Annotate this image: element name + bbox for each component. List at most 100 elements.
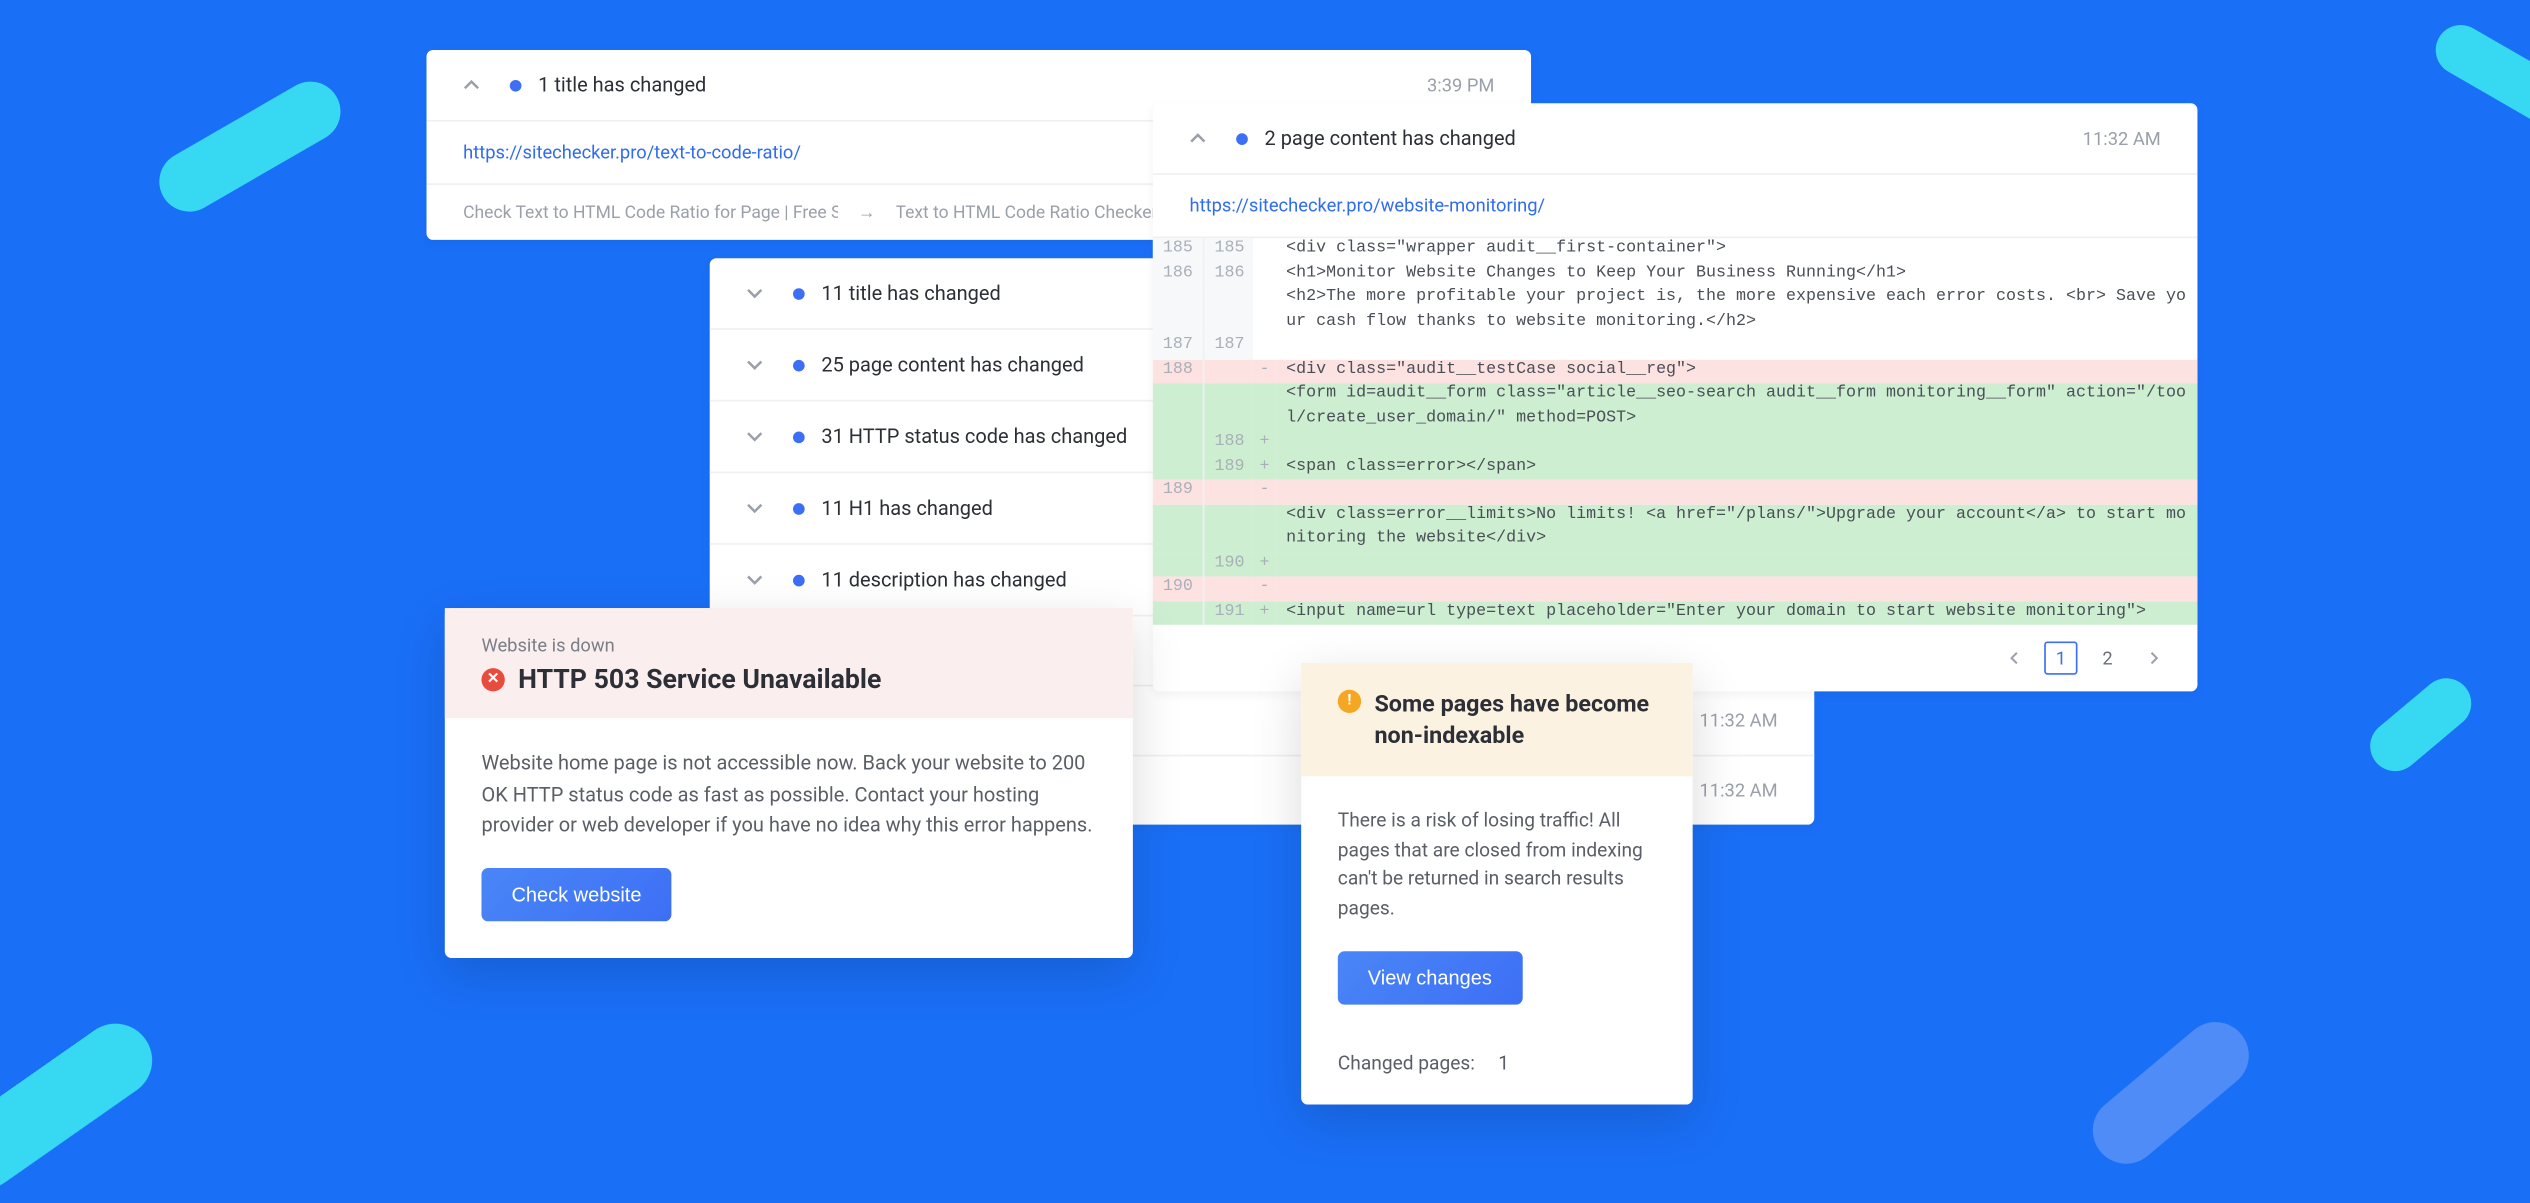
- diff-sign: [1253, 238, 1276, 262]
- chevron-down-icon: [746, 357, 763, 374]
- line-number-right: 190: [1203, 552, 1253, 576]
- chevron-up-icon: [1190, 130, 1207, 147]
- panel-title: 2 page content has changed: [1264, 127, 1515, 150]
- diff-code: <h2>The more profitable your project is,…: [1276, 287, 2197, 335]
- page-number[interactable]: 2: [2091, 641, 2124, 674]
- website-down-alert: Website is down ✕ HTTP 503 Service Unava…: [445, 608, 1133, 957]
- diff-line: 191+<input name=url type=text placeholde…: [1153, 601, 2198, 625]
- line-number-right: 191: [1203, 601, 1253, 625]
- diff-code: <h1>Monitor Website Changes to Keep Your…: [1276, 262, 2197, 286]
- diff-line: 185185 <div class="wrapper audit__first-c…: [1153, 238, 2198, 262]
- alert-header: ! Some pages have become non-indexable: [1301, 663, 1693, 776]
- line-number-left: 190: [1153, 576, 1203, 600]
- alert-footer: Changed pages: 1: [1301, 1041, 1693, 1104]
- status-dot-icon: [510, 79, 522, 91]
- status-dot-icon: [1236, 132, 1248, 144]
- status-dot-icon: [793, 359, 805, 371]
- diff-sign: -: [1253, 359, 1276, 383]
- line-number-right: [1203, 383, 1253, 431]
- diff-line: 190 -: [1153, 576, 2198, 600]
- check-website-button[interactable]: Check website: [481, 868, 671, 921]
- arrow-right-icon: →: [858, 202, 875, 224]
- diff-code: [1276, 335, 2197, 359]
- diff-code: [1276, 552, 2197, 576]
- diff-code: <div class="wrapper audit__first-contain…: [1276, 238, 2197, 262]
- diff-line: 186186 <h1>Monitor Website Changes to Kee…: [1153, 262, 2198, 286]
- diff-line: 189+<span class=error></span>: [1153, 456, 2198, 480]
- diff-sign: +: [1253, 431, 1276, 455]
- row-label: 25 page content has changed: [821, 353, 1084, 376]
- line-number-right: 187: [1203, 335, 1253, 359]
- panel-title: 1 title has changed: [538, 73, 706, 96]
- decor-shape: [0, 1009, 167, 1203]
- status-dot-icon: [793, 502, 805, 514]
- chevron-down-icon: [746, 428, 763, 445]
- line-number-left: [1153, 504, 1203, 552]
- diff-line: 188+: [1153, 431, 2198, 455]
- decor-shape: [2079, 1008, 2262, 1177]
- line-number-right: [1203, 359, 1253, 383]
- diff-sign: [1253, 262, 1276, 286]
- row-time: 11:32 AM: [1699, 710, 1777, 732]
- diff-line: 189 -: [1153, 480, 2198, 504]
- decor-shape: [148, 71, 351, 223]
- line-number-left: [1153, 601, 1203, 625]
- alert-description: Website home page is not accessible now.…: [481, 748, 1096, 841]
- diff-sign: [1253, 504, 1276, 552]
- line-number-right: [1203, 287, 1253, 335]
- line-number-left: 185: [1153, 238, 1203, 262]
- page-next-button[interactable]: [2137, 641, 2170, 674]
- footer-value: 1: [1498, 1051, 1509, 1074]
- diff-code: [1276, 431, 2197, 455]
- decor-shape: [2427, 16, 2530, 134]
- alert-title-text: HTTP 503 Service Unavailable: [518, 663, 881, 695]
- footer-label: Changed pages:: [1338, 1051, 1475, 1074]
- panel-time: 3:39 PM: [1427, 74, 1494, 96]
- view-changes-button[interactable]: View changes: [1338, 951, 1522, 1004]
- panel-header[interactable]: 2 page content has changed 11:32 AM: [1153, 103, 2198, 175]
- chevron-down-icon: [746, 285, 763, 302]
- diff-sign: [1253, 335, 1276, 359]
- row-label: 11 title has changed: [821, 282, 1000, 305]
- panel-url[interactable]: https://sitechecker.pro/website-monitori…: [1153, 175, 2198, 238]
- error-icon: ✕: [481, 667, 504, 690]
- alert-description: There is a risk of losing traffic! All p…: [1338, 806, 1656, 925]
- line-number-right: [1203, 480, 1253, 504]
- old-title: Check Text to HTML Code Ratio for Page |…: [463, 202, 838, 224]
- chevron-down-icon: [746, 571, 763, 588]
- line-number-right: 185: [1203, 238, 1253, 262]
- decor-shape: [2360, 668, 2481, 781]
- status-dot-icon: [793, 287, 805, 299]
- diff-sign: +: [1253, 552, 1276, 576]
- alert-header: Website is down ✕ HTTP 503 Service Unava…: [445, 608, 1133, 718]
- diff-sign: -: [1253, 576, 1276, 600]
- line-number-left: 187: [1153, 335, 1203, 359]
- diff-sign: -: [1253, 480, 1276, 504]
- line-number-left: [1153, 383, 1203, 431]
- row-label: 11 description has changed: [821, 568, 1066, 591]
- line-number-left: 188: [1153, 359, 1203, 383]
- page-prev-button[interactable]: [1998, 641, 2031, 674]
- row-label: 11 H1 has changed: [821, 496, 993, 519]
- status-dot-icon: [793, 431, 805, 443]
- line-number-left: 186: [1153, 262, 1203, 286]
- line-number-left: [1153, 456, 1203, 480]
- diff-line: <div class=error__limits>No limits! <a h…: [1153, 504, 2198, 552]
- diff-code-block: 185185 <div class="wrapper audit__first-c…: [1153, 238, 2198, 625]
- diff-sign: [1253, 287, 1276, 335]
- diff-line: 188-<div class="audit__testCase social__…: [1153, 359, 2198, 383]
- diff-code: [1276, 576, 2197, 600]
- line-number-left: [1153, 431, 1203, 455]
- diff-code: <form id=audit__form class="article__seo…: [1276, 383, 2197, 431]
- non-indexable-alert: ! Some pages have become non-indexable T…: [1301, 663, 1693, 1105]
- page-number-current[interactable]: 1: [2044, 641, 2077, 674]
- diff-code: <span class=error></span>: [1276, 456, 2197, 480]
- warning-icon: !: [1338, 690, 1361, 713]
- diff-code: [1276, 480, 2197, 504]
- line-number-left: 189: [1153, 480, 1203, 504]
- diff-line: <form id=audit__form class="article__seo…: [1153, 383, 2198, 431]
- line-number-right: 186: [1203, 262, 1253, 286]
- diff-line: 187187: [1153, 335, 2198, 359]
- line-number-left: [1153, 287, 1203, 335]
- line-number-right: 188: [1203, 431, 1253, 455]
